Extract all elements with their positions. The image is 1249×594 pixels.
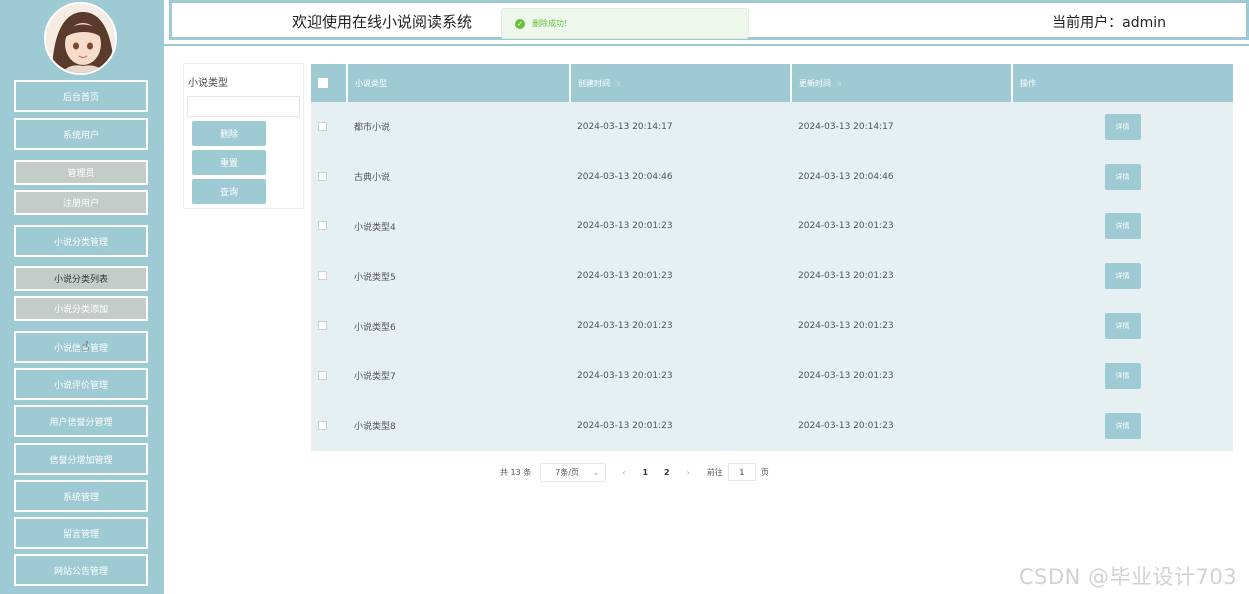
category-table: 小说类型 创建时间 ⇅ 更新时间 ⇅ 操作 都市小说 2024-03-13 20:1… [311, 64, 1233, 451]
cell-created: 2024-03-13 20:14:17 [570, 102, 791, 152]
cell-updated: 2024-03-13 20:14:17 [791, 102, 1012, 152]
header-divider [164, 44, 1249, 46]
cell-type: 小说类型7 [347, 350, 570, 401]
sort-icon[interactable]: ⇅ [616, 81, 621, 88]
sidebar-item-system-mgmt[interactable]: 系统管理 [14, 480, 148, 512]
delete-button[interactable]: 删除 [192, 121, 266, 146]
hand-cursor-icon: ☝ [81, 339, 90, 355]
sidebar-item-user-credit-mgmt[interactable]: 用户信誉分管理 [14, 405, 148, 437]
cell-updated: 2024-03-13 20:04:46 [791, 151, 1012, 202]
reset-button[interactable]: 重置 [192, 150, 266, 175]
table-row: 小说类型7 2024-03-13 20:01:23 2024-03-13 20:… [311, 350, 1233, 401]
watermark: CSDN @毕业设计703 [1019, 565, 1238, 589]
sidebar-item-novel-review-mgmt[interactable]: 小说评价管理 [14, 368, 148, 400]
sidebar-item-novel-category-mgmt[interactable]: 小说分类管理 [14, 225, 148, 257]
page-size-value: 7条/页 [555, 467, 580, 477]
page-suffix: 页 [760, 467, 769, 477]
page-size-select[interactable]: 7条/页 ⌄ [540, 462, 607, 482]
sidebar-item-system-users[interactable]: 系统用户 [14, 118, 148, 150]
cell-created: 2024-03-13 20:01:23 [570, 251, 791, 302]
detail-button[interactable]: 详情 [1104, 313, 1141, 340]
select-all-cell [311, 64, 348, 102]
row-checkbox[interactable] [318, 321, 327, 331]
select-all-checkbox[interactable] [318, 78, 328, 88]
cell-type: 小说类型6 [347, 301, 570, 351]
detail-button[interactable]: 详情 [1104, 113, 1141, 140]
chevron-down-icon: ⌄ [592, 467, 600, 477]
table-row: 都市小说 2024-03-13 20:14:17 2024-03-13 20:1… [311, 102, 1233, 152]
table-row: 小说类型6 2024-03-13 20:01:23 2024-03-13 20:… [311, 301, 1233, 351]
row-checkbox[interactable] [318, 171, 327, 181]
cell-updated: 2024-03-13 20:01:23 [791, 251, 1012, 302]
sidebar-item-message-mgmt[interactable]: 留言管理 [14, 517, 148, 549]
table-row: 小说类型4 2024-03-13 20:01:23 2024-03-13 20:… [311, 201, 1233, 252]
row-checkbox[interactable] [318, 420, 327, 430]
table-row: 小说类型8 2024-03-13 20:01:23 2024-03-13 20:… [311, 400, 1233, 451]
cell-type: 古典小说 [347, 151, 570, 202]
cell-created: 2024-03-13 20:01:23 [570, 350, 791, 401]
total-count: 共 13 条 [500, 467, 532, 477]
check-circle-icon: ✓ [515, 18, 525, 29]
sidebar-item-registered-users[interactable]: 注册用户 [14, 190, 148, 215]
row-checkbox[interactable] [318, 370, 327, 380]
toast-message: 删除成功! [532, 19, 568, 28]
detail-button[interactable]: 详情 [1104, 412, 1141, 439]
column-header-type: 小说类型 [347, 64, 571, 102]
cell-updated: 2024-03-13 20:01:23 [791, 350, 1012, 401]
filter-panel: 小说类型 删除 重置 查询 [183, 63, 304, 209]
cell-type: 小说类型4 [347, 201, 570, 252]
sort-icon[interactable]: ⇅ [837, 81, 842, 88]
sidebar-item-announcement-mgmt[interactable]: 网站公告管理 [14, 554, 148, 586]
column-header-created[interactable]: 创建时间 ⇅ [570, 64, 792, 102]
goto-page-input[interactable] [727, 463, 756, 481]
row-checkbox[interactable] [318, 271, 327, 281]
column-header-actions: 操作 [1012, 64, 1233, 102]
avatar[interactable] [44, 2, 117, 75]
detail-button[interactable]: 详情 [1104, 362, 1141, 389]
cell-type: 都市小说 [347, 102, 570, 152]
sidebar-item-novel-category-list[interactable]: 小说分类列表 [14, 266, 148, 291]
cell-type: 小说类型5 [347, 251, 570, 302]
page-title: 欢迎使用在线小说阅读系统 [292, 13, 473, 31]
detail-button[interactable]: 详情 [1104, 263, 1141, 290]
table-row: 古典小说 2024-03-13 20:04:46 2024-03-13 20:0… [311, 151, 1233, 202]
table-header-row: 小说类型 创建时间 ⇅ 更新时间 ⇅ 操作 [311, 64, 1233, 102]
pagination: 共 13 条 7条/页 ⌄ ‹ 1 2 › 前往 页 [500, 462, 769, 482]
cell-updated: 2024-03-13 20:01:23 [791, 301, 1012, 351]
novel-type-input[interactable] [187, 96, 300, 117]
sidebar-item-home[interactable]: 后台首页 [14, 80, 148, 112]
page-1-button[interactable]: 1 [642, 468, 648, 477]
search-button[interactable]: 查询 [192, 179, 266, 204]
cell-type: 小说类型8 [347, 400, 570, 451]
sidebar-item-admin[interactable]: 管理员 [14, 160, 148, 185]
cell-created: 2024-03-13 20:01:23 [570, 201, 791, 252]
cell-updated: 2024-03-13 20:01:23 [791, 400, 1012, 451]
column-header-updated[interactable]: 更新时间 ⇅ [791, 64, 1013, 102]
cell-created: 2024-03-13 20:04:46 [570, 151, 791, 202]
sidebar: 后台首页 系统用户 管理员 注册用户 小说分类管理 小说分类列表 小说分类添加 … [0, 0, 164, 594]
table-row: 小说类型5 2024-03-13 20:01:23 2024-03-13 20:… [311, 251, 1233, 302]
cell-updated: 2024-03-13 20:01:23 [791, 201, 1012, 252]
prev-page-icon[interactable]: ‹ [622, 468, 625, 477]
filter-label: 小说类型 [188, 78, 228, 89]
current-user-label: 当前用户：admin [1052, 15, 1166, 31]
sidebar-item-novel-category-add[interactable]: 小说分类添加 [14, 296, 148, 321]
next-page-icon[interactable]: › [687, 468, 690, 477]
goto-label: 前往 [706, 467, 723, 477]
sidebar-item-credit-add-mgmt[interactable]: 信誉分增加管理 [14, 443, 148, 475]
row-checkbox[interactable] [318, 221, 327, 231]
success-toast: ✓ 删除成功! [501, 8, 749, 39]
page-2-button[interactable]: 2 [664, 468, 670, 477]
avatar-image [46, 4, 115, 73]
cell-created: 2024-03-13 20:01:23 [570, 400, 791, 451]
cell-created: 2024-03-13 20:01:23 [570, 301, 791, 351]
detail-button[interactable]: 详情 [1104, 213, 1141, 240]
row-checkbox[interactable] [318, 121, 327, 131]
detail-button[interactable]: 详情 [1104, 163, 1141, 190]
